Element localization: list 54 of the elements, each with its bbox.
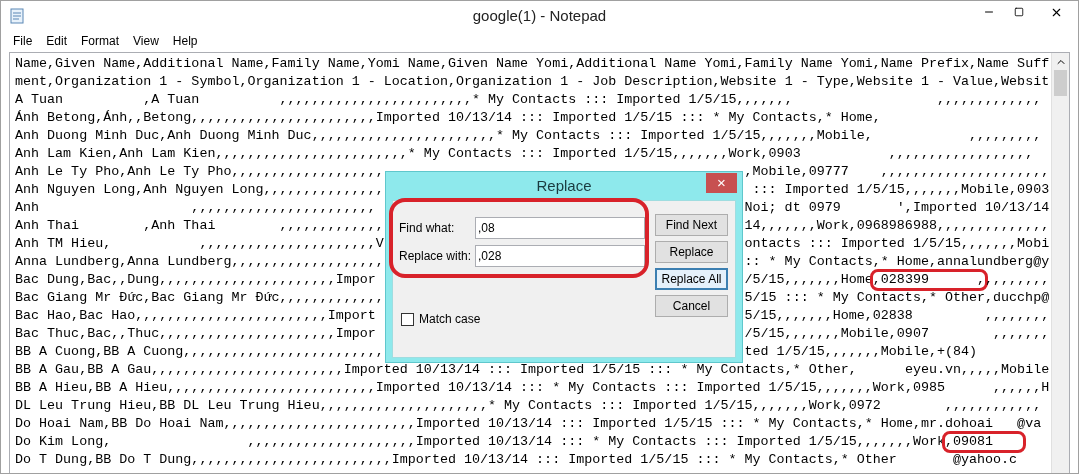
dialog-button[interactable]: Cancel (655, 295, 728, 317)
dialog-button[interactable]: Replace (655, 241, 728, 263)
text-line: Bac Thuc,Bac,,Thuc,,,,,,,,,,,,,,,,,,,,,,Impor (15, 326, 376, 341)
text-line: Anh Le Ty Pho,Anh Le Ty Pho,,,,,,,,,,,,,,,,,,, (15, 164, 384, 179)
text-line: :: * My Contacts,* Home,annalundberg@y (744, 254, 1050, 269)
text-line: /5/15,,,,,,,Mobile,0907 ,,,,,,, (744, 326, 1050, 341)
dialog-button[interactable]: Find Next (655, 214, 728, 236)
text-line: Bac Dung,Bac,,Dung,,,,,,,,,,,,,,,,,,,,,,Impor (15, 272, 376, 287)
text-line: ::: Imported 1/5/15,,,,,,,Mobile,0903 (751, 182, 1050, 197)
highlighted-text: ,09081 (941, 431, 1027, 453)
notepad-icon (9, 8, 25, 24)
dialog-button[interactable]: Replace All (655, 268, 728, 290)
text-line: 14,,,,,,,Work,0968986988,,,,,,,,,,,,,, (744, 218, 1050, 233)
text-line: Anh Lam Kien,Anh Lam Kien,,,,,,,,,,,,,,,,,,,,,,,,* My Contacts ::: Imported 1/5/15,,,,,,,Work,0903 ,,,,,,,,,,,,,,,,,, (15, 146, 1034, 161)
text-line: Anh Thai ,Anh Thai ,,,,,,,,,,,,, (15, 218, 384, 233)
text-line: Anh Duong Minh Duc,Anh Duong Minh Duc,,,,,,,,,,,,,,,,,,,,,,,* My Contacts ::: Imported 1/5/15,,,,,,,Mobile, ,,,,,,,,, (15, 128, 1042, 143)
text-line: Bac Giang Mr Đức,Bac Giang Mr Đức,,,,,,,,,,,,, (15, 290, 384, 305)
text-line: Anh ,,,,,,,,,,,,,,,,,,,,,,, (15, 200, 376, 215)
text-line: Anna Lundberg,Anna Lundberg,,,,,,,,,,,,,,,,,,, (15, 254, 384, 269)
text-line: ,Mobile,09777 ,,,,,,,,,,,,,,,,,,,,, (744, 164, 1050, 179)
checkbox[interactable] (401, 312, 414, 326)
menu-item[interactable]: View (127, 32, 165, 50)
text-line: BB A Gau,BB A Gau,,,,,,,,,,,,,,,,,,,,,,,,Imported 10/13/14 ::: Imported 1/5/15 ::: * My Contacts,* Other, eyeu.vn,,,,,Mobile (15, 362, 1050, 377)
input-field[interactable]: ,08 (475, 217, 645, 239)
text-line: Bac Hao,Bac Hao,,,,,,,,,,,,,,,,,,,,,,,,Import (15, 308, 376, 323)
text-line: BB A Hieu,BB A Hieu,,,,,,,,,,,,,,,,,,,,,,,,,,Imported 10/13/14 ::: * My Contacts ::: Imported 1/5/15,,,,,,,Work,0985 ,,,,,,H (15, 380, 1050, 395)
text-line: Anh Nguyen Long,Anh Nguyen Long,,,,,,,,,,,,,,, (15, 182, 384, 197)
text-line: Ánh Betong,Ánh,,Betong,,,,,,,,,,,,,,,,,,,,,,,Imported 10/13/14 ::: Imported 1/5/15 ::: * My Contacts,* Home, (15, 110, 881, 125)
input-field[interactable]: ,028 (475, 245, 645, 267)
text-line: 5/15,,,,,,,Home,02838 ,,,,,,,, (744, 308, 1050, 323)
field-label: Find what: (399, 220, 456, 237)
menu-item[interactable]: Format (75, 32, 126, 50)
menu-item[interactable]: Help (166, 32, 204, 50)
menu-item[interactable]: File (7, 32, 39, 50)
menu-item[interactable]: Edit (40, 32, 74, 50)
text-line: 5/15 ::: * My Contacts,* Other,ducchp@ (744, 290, 1050, 305)
scroll-thumb[interactable] (1054, 70, 1067, 96)
text-line: Anh TM Hieu, ,,,,,,,,,,,,,,,,,,,,,,V (15, 236, 384, 251)
dialog-title: Replace (536, 175, 592, 196)
text-line: A Tuan ,A Tuan ,,,,,,,,,,,,,,,,,,,,,,,,* My Contacts ::: Imported 1/5/15,,,,,,, ,,,,,,,,,,,,, (15, 92, 1042, 107)
close-button[interactable]: × (706, 173, 737, 193)
window-title: google(1) - Notepad (472, 5, 607, 26)
text-line: Noi; dt 0979 ',Imported 10/13/14 (744, 200, 1050, 215)
text-line: DL Leu Trung Hieu,BB DL Leu Trung Hieu,,,,,,,,,,,,,,,,,,,,,* My Contacts ::: Imported 1/5/15,,,,,,,Work,0972 ,,,,,,,,,,,, (15, 398, 1042, 413)
text-line: Do T Dung,BB Do T Dung,,,,,,,,,,,,,,,,,,,,,,,,,Imported 10/13/14 ::: Imported 1/5/15 ::: * My Contacts,* Other @yahoo.c (15, 452, 1018, 467)
text-line: ment,Organization 1 - Symbol,Organization 1 - Location,Organization 1 - Job Description,Website 1 - Type,Website 1 - Value,Websit (15, 74, 1050, 89)
text-line: ted 1/5/15,,,,,,,Mobile,+(84) (744, 344, 978, 359)
text-line: Do Hoai Nam,BB Do Hoai Nam,,,,,,,,,,,,,,,,,,,,,,,,Imported 10/13/14 ::: Imported 1/5/15 ::: * My Contacts,* Home,mr.dohoai @va (15, 416, 1042, 431)
text-line: Name,Given Name,Additional Name,Family Name,Yomi Name,Given Name Yomi,Additional Name Yomi,Family Name Yomi,Name Prefix,Name Suff (15, 56, 1050, 71)
text-line: BB A Cuong,BB A Cuong,,,,,,,,,,,,,,,,,,,,,,,,, (15, 344, 384, 359)
text-line: ontacts ::: Imported 1/5/15,,,,,,,Mobi (744, 236, 1050, 251)
scrollbar[interactable] (1051, 53, 1069, 473)
field-label: Replace with: (399, 248, 473, 265)
checkbox-label: Match case (419, 311, 481, 328)
